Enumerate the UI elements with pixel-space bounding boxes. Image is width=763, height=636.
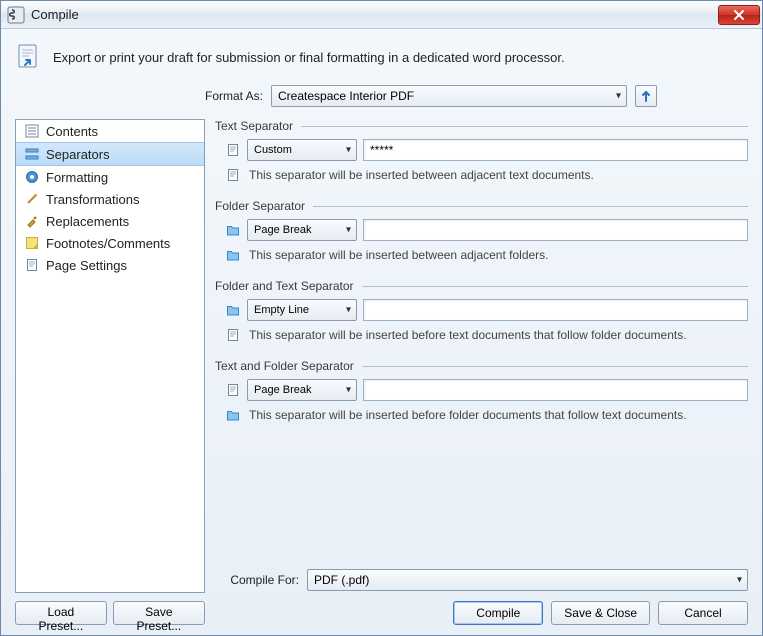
note-icon: [24, 235, 40, 251]
close-button[interactable]: [718, 5, 760, 25]
folder-separator-mode[interactable]: Page Break: [247, 219, 357, 241]
sidebar-item-replacements[interactable]: Replacements: [16, 210, 204, 232]
folder-text-separator-mode[interactable]: Empty Line: [247, 299, 357, 321]
text-separator-group: Text Separator Custom This separator wil…: [215, 119, 748, 187]
folder-icon: [225, 302, 241, 318]
help-text: This separator will be inserted before f…: [249, 408, 687, 422]
sidebar-list[interactable]: Contents Separators Formatting Transform…: [15, 119, 205, 593]
text-folder-separator-input[interactable]: [363, 379, 748, 401]
folder-text-separator-input[interactable]: [363, 299, 748, 321]
format-as-select[interactable]: Createspace Interior PDF: [271, 85, 627, 107]
help-text: This separator will be inserted between …: [249, 168, 594, 182]
sidebar-item-label: Contents: [46, 124, 98, 139]
save-close-button[interactable]: Save & Close: [551, 601, 650, 625]
list-icon: [24, 123, 40, 139]
export-preset-button[interactable]: [635, 85, 657, 107]
group-title: Text and Folder Separator: [215, 359, 354, 373]
text-folder-separator-mode[interactable]: Page Break: [247, 379, 357, 401]
compile-button[interactable]: Compile: [453, 601, 543, 625]
app-icon: [7, 6, 25, 24]
document-icon: [225, 142, 241, 158]
export-icon: [15, 43, 43, 71]
wand-icon: [24, 191, 40, 207]
save-preset-button[interactable]: Save Preset...: [113, 601, 205, 625]
sidebar-item-label: Transformations: [46, 192, 139, 207]
folder-icon: [225, 407, 241, 423]
sidebar-item-transformations[interactable]: Transformations: [16, 188, 204, 210]
separator-icon: [24, 146, 40, 162]
help-text: This separator will be inserted before t…: [249, 328, 687, 342]
group-title: Text Separator: [215, 119, 293, 133]
group-title: Folder and Text Separator: [215, 279, 354, 293]
sidebar-item-separators[interactable]: Separators: [16, 142, 204, 166]
sidebar: Contents Separators Formatting Transform…: [15, 119, 205, 625]
sidebar-item-label: Footnotes/Comments: [46, 236, 170, 251]
document-icon: [225, 167, 241, 183]
folder-text-separator-group: Folder and Text Separator Empty Line Thi…: [215, 279, 748, 347]
sidebar-item-contents[interactable]: Contents: [16, 120, 204, 142]
folder-separator-input[interactable]: [363, 219, 748, 241]
group-title: Folder Separator: [215, 199, 305, 213]
help-text: This separator will be inserted between …: [249, 248, 549, 262]
folder-icon: [225, 222, 241, 238]
compile-for-select[interactable]: PDF (.pdf): [307, 569, 748, 591]
cancel-button[interactable]: Cancel: [658, 601, 748, 625]
text-separator-input[interactable]: [363, 139, 748, 161]
titlebar: Compile: [1, 1, 762, 29]
load-preset-button[interactable]: Load Preset...: [15, 601, 107, 625]
sidebar-item-footnotes[interactable]: Footnotes/Comments: [16, 232, 204, 254]
intro-row: Export or print your draft for submissio…: [15, 43, 748, 71]
sidebar-item-label: Replacements: [46, 214, 129, 229]
document-icon: [225, 382, 241, 398]
sidebar-item-formatting[interactable]: Formatting: [16, 166, 204, 188]
folder-separator-group: Folder Separator Page Break This separat…: [215, 199, 748, 267]
sidebar-item-label: Separators: [46, 147, 110, 162]
text-folder-separator-group: Text and Folder Separator Page Break Thi…: [215, 359, 748, 427]
page-icon: [24, 257, 40, 273]
text-separator-mode[interactable]: Custom: [247, 139, 357, 161]
dialog-content: Export or print your draft for submissio…: [1, 29, 762, 635]
formatting-icon: [24, 169, 40, 185]
intro-text: Export or print your draft for submissio…: [53, 50, 565, 65]
bottom-panel: Compile For: PDF (.pdf) Compile Save & C…: [215, 529, 748, 625]
window-title: Compile: [31, 7, 718, 22]
compile-for-row: Compile For: PDF (.pdf): [215, 569, 748, 591]
compile-for-label: Compile For:: [215, 573, 299, 587]
folder-icon: [225, 247, 241, 263]
sidebar-item-label: Page Settings: [46, 258, 127, 273]
document-icon: [225, 327, 241, 343]
compile-dialog: Compile Export or print your draft for s…: [0, 0, 763, 636]
format-as-row: Format As: Createspace Interior PDF: [15, 85, 748, 107]
tools-icon: [24, 213, 40, 229]
main-row: Contents Separators Formatting Transform…: [15, 119, 748, 625]
sidebar-item-label: Formatting: [46, 170, 108, 185]
sidebar-item-pagesettings[interactable]: Page Settings: [16, 254, 204, 276]
settings-panel: Text Separator Custom This separator wil…: [215, 119, 748, 625]
format-as-select-wrap: Createspace Interior PDF: [271, 85, 627, 107]
format-as-label: Format As:: [205, 89, 263, 103]
action-buttons: Compile Save & Close Cancel: [215, 601, 748, 625]
